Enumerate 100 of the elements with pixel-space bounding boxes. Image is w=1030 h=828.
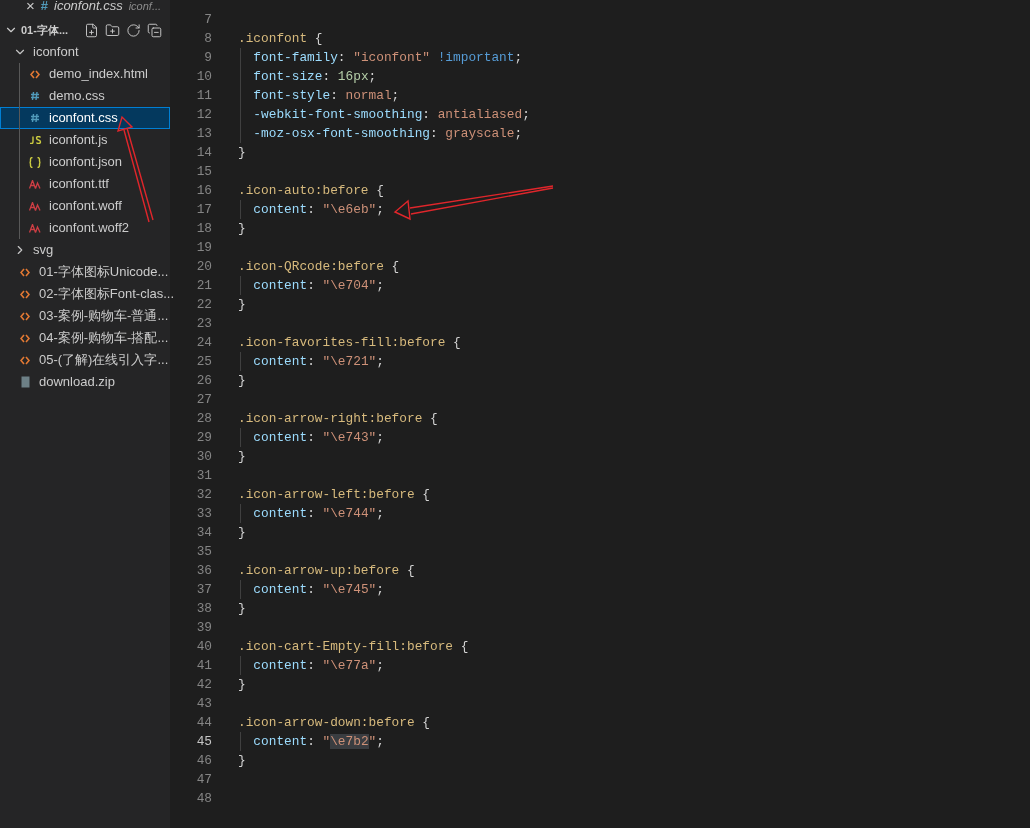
explorer-header[interactable]: 01-字体... <box>0 19 170 41</box>
line-number: 25 <box>195 352 212 371</box>
line-number: 36 <box>195 561 212 580</box>
line-number: 14 <box>195 143 212 162</box>
line-number: 8 <box>203 29 212 48</box>
line-number: 39 <box>195 618 212 637</box>
font-file-icon <box>27 179 43 189</box>
folder-item[interactable]: svg <box>0 239 170 261</box>
line-number: 20 <box>195 257 212 276</box>
line-number: 46 <box>195 751 212 770</box>
line-number: 19 <box>195 238 212 257</box>
font-file-icon <box>27 201 43 211</box>
line-number: 9 <box>203 48 212 67</box>
code-line: .iconfont { <box>238 29 323 48</box>
code-line: content: "\e721"; <box>252 352 384 371</box>
close-button[interactable]: × <box>26 0 35 17</box>
code-line: content: "\e744"; <box>252 504 384 523</box>
line-number: 11 <box>195 86 212 105</box>
line-number: 21 <box>195 276 212 295</box>
file-item[interactable]: 01-字体图标Unicode... <box>0 261 170 283</box>
line-number: 33 <box>195 504 212 523</box>
line-number: 47 <box>195 770 212 789</box>
code-line: .icon-auto:before { <box>238 181 384 200</box>
line-number: 12 <box>195 105 212 124</box>
braces-icon <box>27 156 43 168</box>
line-number: 27 <box>195 390 212 409</box>
line-number: 29 <box>195 428 212 447</box>
file-item[interactable]: 03-案例-购物车-普通... <box>0 305 170 327</box>
file-item[interactable]: demo_index.html <box>0 63 170 85</box>
file-item[interactable]: iconfont.woff <box>0 195 170 217</box>
code-line: font-size: 16px; <box>252 67 377 86</box>
code-line: .icon-arrow-left:before { <box>238 485 430 504</box>
code-line: } <box>238 523 246 542</box>
line-number: 24 <box>195 333 212 352</box>
code-file-icon <box>17 311 33 321</box>
code-line: content: "\e6eb"; <box>252 200 384 219</box>
line-number: 28 <box>195 409 212 428</box>
folder-name: 01-字体... <box>21 22 69 38</box>
line-number: 42 <box>195 675 212 694</box>
new-folder-icon[interactable] <box>105 22 120 38</box>
code-file-icon <box>17 333 33 343</box>
line-number: 13 <box>195 124 212 143</box>
file-item[interactable]: iconfont.woff2 <box>0 217 170 239</box>
file-item[interactable]: demo.css <box>0 85 170 107</box>
code-line: } <box>238 219 246 238</box>
folder-item[interactable]: iconfont <box>0 41 170 63</box>
code-line: content: "\e743"; <box>252 428 384 447</box>
line-number: 45 <box>195 732 212 751</box>
code-line: .icon-cart-Empty-fill:before { <box>238 637 469 656</box>
tab-title: iconfont.css <box>54 0 123 16</box>
line-number: 41 <box>195 656 212 675</box>
code-line: content: "\e7b2"; <box>252 732 384 751</box>
code-line: } <box>238 143 246 162</box>
new-file-icon[interactable] <box>84 22 99 38</box>
code-line: } <box>238 371 246 390</box>
line-number: 31 <box>195 466 212 485</box>
code-line: .icon-QRcode:before { <box>238 257 400 276</box>
line-number: 22 <box>195 295 212 314</box>
tab-path: iconf... <box>128 0 162 14</box>
file-item[interactable]: 05-(了解)在线引入字... <box>0 349 170 371</box>
line-number: 10 <box>195 67 212 86</box>
line-number: 32 <box>195 485 212 504</box>
file-item[interactable]: iconfont.js <box>0 129 170 151</box>
code-file-icon <box>27 69 43 79</box>
line-number: 34 <box>195 523 212 542</box>
code-line: font-family: "iconfont" !important; <box>252 48 523 67</box>
code-line: } <box>238 751 246 770</box>
file-item[interactable]: 04-案例-购物车-搭配... <box>0 327 170 349</box>
code-file-icon <box>17 355 33 365</box>
file-item[interactable]: iconfont.ttf <box>0 173 170 195</box>
code-line: font-style: normal; <box>252 86 400 105</box>
line-number: 18 <box>195 219 212 238</box>
line-number: 30 <box>195 447 212 466</box>
line-number: 26 <box>195 371 212 390</box>
js-file-icon <box>27 136 43 144</box>
code-line: } <box>238 295 246 314</box>
font-file-icon <box>27 223 43 233</box>
code-line: .icon-arrow-right:before { <box>238 409 438 428</box>
collapse-icon[interactable] <box>147 22 162 38</box>
line-number: 44 <box>195 713 212 732</box>
line-number: 7 <box>203 10 212 29</box>
line-number: 17 <box>195 200 212 219</box>
line-number: 40 <box>195 637 212 656</box>
line-number: 37 <box>195 580 212 599</box>
code-line: .icon-arrow-down:before { <box>238 713 430 732</box>
open-editor-tab[interactable]: × # iconfont.css iconf... <box>0 0 170 17</box>
line-number: 43 <box>195 694 212 713</box>
code-file-icon <box>17 289 33 299</box>
code-line: content: "\e745"; <box>252 580 384 599</box>
code-line: content: "\e704"; <box>252 276 384 295</box>
line-number: 35 <box>195 542 212 561</box>
refresh-icon[interactable] <box>126 22 141 38</box>
code-line: -webkit-font-smoothing: antialiased; <box>252 105 530 124</box>
code-line: } <box>238 599 246 618</box>
file-item[interactable]: iconfont.css <box>0 107 170 129</box>
code-file-icon <box>17 267 33 277</box>
file-item[interactable]: iconfont.json <box>0 151 170 173</box>
code-line: -moz-osx-font-smoothing: grayscale; <box>252 124 523 143</box>
line-number: 48 <box>195 789 212 808</box>
file-item[interactable]: download.zip <box>0 371 170 393</box>
